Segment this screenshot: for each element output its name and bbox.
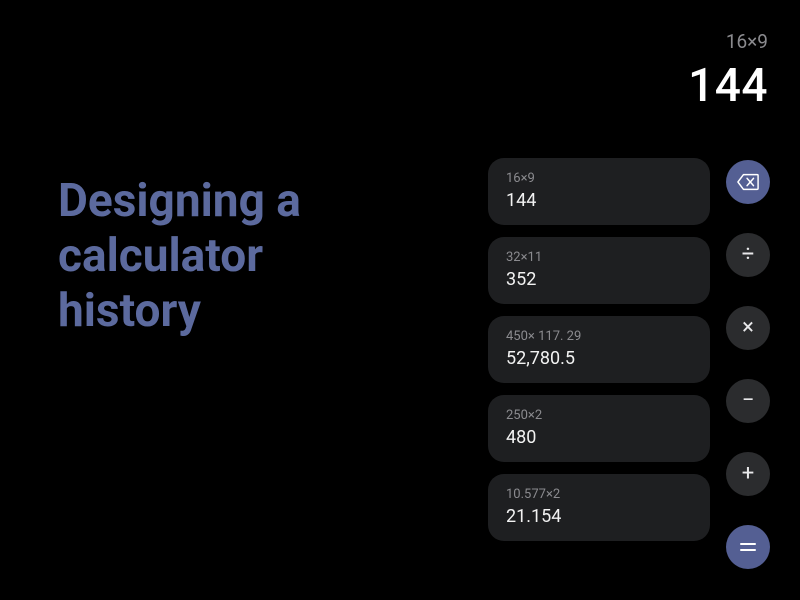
history-item[interactable]: 16×9 144 [488, 158, 710, 225]
display-result: 144 [688, 59, 768, 113]
multiply-icon: × [742, 317, 754, 339]
history-expression: 16×9 [506, 171, 692, 186]
equals-button[interactable] [726, 525, 770, 569]
history-expression: 32×11 [506, 250, 692, 265]
history-item[interactable]: 450× 117. 29 52,780.5 [488, 316, 710, 383]
history-result: 144 [506, 190, 692, 211]
page-title: Designing a calculator history [58, 174, 398, 340]
history-result: 52,780.5 [506, 348, 692, 369]
history-result: 480 [506, 427, 692, 448]
add-button[interactable]: + [726, 452, 770, 496]
history-expression: 250×2 [506, 408, 692, 423]
history-item[interactable]: 10.577×2 21.154 [488, 474, 710, 541]
history-result: 21.154 [506, 506, 692, 527]
plus-icon: + [742, 463, 754, 485]
history-item[interactable]: 32×11 352 [488, 237, 710, 304]
display-expression: 16×9 [688, 30, 768, 53]
history-expression: 10.577×2 [506, 487, 692, 502]
calculator-display: 16×9 144 [688, 30, 768, 113]
minus-icon: − [742, 390, 755, 412]
history-item[interactable]: 250×2 480 [488, 395, 710, 462]
subtract-button[interactable]: − [726, 379, 770, 423]
operations-column: ÷ × − + [726, 160, 770, 598]
equals-icon [740, 541, 756, 553]
history-expression: 450× 117. 29 [506, 329, 692, 344]
multiply-button[interactable]: × [726, 306, 770, 350]
history-result: 352 [506, 269, 692, 290]
backspace-icon [737, 173, 759, 191]
backspace-button[interactable] [726, 160, 770, 204]
divide-button[interactable]: ÷ [726, 233, 770, 277]
history-panel: 16×9 144 32×11 352 450× 117. 29 52,780.5… [488, 158, 710, 553]
divide-icon: ÷ [742, 244, 755, 266]
